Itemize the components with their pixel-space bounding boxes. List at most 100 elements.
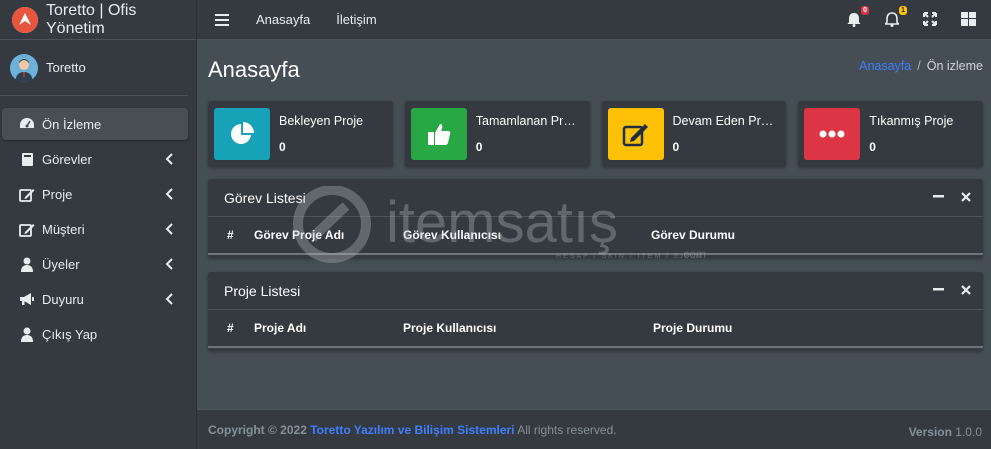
breadcrumb: Anasayfa / Ön izleme	[859, 59, 983, 73]
nav-link-iletisim[interactable]: İletişim	[336, 12, 376, 27]
sidebar-item-uyeler[interactable]: Üyeler	[2, 248, 188, 280]
pie-chart-icon	[214, 108, 270, 160]
info-box-label: Devam Eden Proje	[672, 114, 777, 128]
sidebar-item-cikis-yap[interactable]: Çıkış Yap	[2, 318, 188, 350]
column-header[interactable]: Görev Kullanıcısı	[403, 228, 501, 242]
company-link[interactable]: Toretto Yazılım ve Bilişim Sistemleri	[310, 423, 514, 437]
top-navbar: Anasayfa İletişim 0 1	[197, 0, 991, 40]
table-header-row: # Proje Adı Proje Kullanıcısı Proje Duru…	[208, 310, 983, 348]
user-panel[interactable]: Toretto	[0, 40, 188, 96]
breadcrumb-link-anasayfa[interactable]: Anasayfa	[859, 59, 911, 73]
rights-text: All rights reserved.	[517, 422, 617, 437]
column-header[interactable]: Proje Durumu	[653, 321, 732, 335]
card-tools	[933, 284, 971, 295]
chevron-left-icon	[164, 222, 176, 236]
brand-link[interactable]: Toretto | Ofis Yönetim	[0, 0, 196, 40]
page-title: Anasayfa	[208, 57, 300, 82]
control-sidebar-button[interactable]	[959, 10, 977, 28]
card-title: Görev Listesi	[224, 189, 306, 206]
sidebar: Toretto | Ofis Yönetim Toretto Ön İzleme…	[0, 0, 197, 449]
info-box-tamamlanan: Tamamlanan Proje 0	[404, 101, 590, 167]
sidebar-nav: Ön İzleme Görevler Proje Müşteri Üyeler …	[0, 96, 196, 350]
bullhorn-icon	[18, 291, 36, 307]
info-box-bekleyen: Bekleyen Proje 0	[208, 101, 393, 167]
edit-icon	[607, 108, 664, 160]
info-box-label: Tıkanmış Proje	[869, 114, 954, 128]
bell-icon	[885, 11, 899, 27]
sidebar-item-label: Duyuru	[42, 291, 84, 307]
user-icon	[18, 256, 36, 272]
expand-arrows-icon	[923, 12, 937, 26]
close-icon[interactable]	[960, 191, 971, 202]
sidebar-item-on-izleme[interactable]: Ön İzleme	[2, 108, 188, 140]
breadcrumb-separator: /	[917, 59, 921, 73]
column-header[interactable]: Görev Proje Adı	[254, 228, 344, 242]
info-box-value: 0	[672, 140, 680, 154]
chevron-left-icon	[164, 187, 176, 201]
bell-icon	[847, 12, 861, 27]
chevron-left-icon	[164, 257, 176, 271]
sidebar-item-gorevler[interactable]: Görevler	[2, 143, 188, 175]
footer: Copyright © 2022 Toretto Yazılım ve Bili…	[197, 409, 991, 449]
hamburger-menu-icon[interactable]	[215, 13, 229, 26]
chevron-left-icon	[164, 152, 176, 166]
sidebar-item-proje[interactable]: Proje	[2, 178, 188, 210]
sidebar-item-musteri[interactable]: Müşteri	[2, 213, 188, 245]
grid-icon	[960, 12, 976, 26]
notifications-button[interactable]: 0	[845, 6, 869, 28]
task-list-card: Görev Listesi # Görev Proje Adı Görev Ku…	[208, 179, 983, 258]
nav-link-anasayfa[interactable]: Anasayfa	[256, 12, 310, 27]
notification-count-badge: 0	[861, 6, 869, 15]
info-box-row: Bekleyen Proje 0 Tamamlanan Proje 0 Deva…	[208, 101, 983, 167]
version-info: Version 1.0.0	[909, 425, 982, 439]
info-box-tikanmis: Tıkanmış Proje 0	[798, 101, 983, 167]
ellipsis-icon	[804, 108, 861, 160]
brand-logo	[12, 6, 38, 33]
collapse-minus-icon[interactable]	[933, 284, 944, 295]
breadcrumb-current: Ön izleme	[926, 59, 983, 73]
card-title: Proje Listesi	[224, 282, 301, 299]
alerts-button[interactable]: 1	[883, 6, 907, 28]
column-header[interactable]: Görev Durumu	[651, 228, 735, 242]
card-tools	[933, 191, 971, 202]
column-header[interactable]: Proje Kullanıcısı	[403, 321, 496, 335]
alert-count-badge: 1	[899, 6, 907, 15]
info-box-value: 0	[869, 140, 876, 154]
edit-icon	[18, 186, 36, 202]
table-header-row: # Görev Proje Adı Görev Kullanıcısı Göre…	[208, 217, 983, 255]
brand-title: Toretto | Ofis Yönetim	[46, 1, 137, 37]
sidebar-item-label: Çıkış Yap	[42, 326, 98, 342]
avatar	[10, 53, 38, 82]
sidebar-item-label: Proje	[42, 186, 73, 202]
collapse-minus-icon[interactable]	[933, 191, 944, 202]
info-box-value: 0	[475, 140, 483, 154]
sidebar-item-label: Üyeler	[42, 256, 80, 272]
card-header: Proje Listesi	[208, 272, 983, 310]
info-box-label: Tamamlanan Proje	[475, 114, 580, 128]
sidebar-item-label: Müşteri	[42, 221, 85, 237]
column-header: #	[227, 228, 234, 242]
card-header: Görev Listesi	[208, 179, 983, 217]
book-icon	[18, 151, 36, 167]
navbar-right: 0 1	[845, 6, 977, 28]
project-list-card: Proje Listesi # Proje Adı Proje Kullanıc…	[208, 272, 983, 351]
user-name: Toretto	[46, 60, 86, 75]
user-icon	[18, 326, 36, 342]
chevron-left-icon	[164, 292, 176, 306]
info-box-value: 0	[279, 140, 286, 154]
edit-icon	[18, 221, 36, 237]
column-header[interactable]: Proje Adı	[254, 321, 306, 335]
dashboard-icon	[18, 116, 36, 132]
column-header: #	[227, 321, 234, 335]
version-number: 1.0.0	[955, 425, 982, 439]
close-icon[interactable]	[960, 284, 971, 295]
sidebar-item-duyuru[interactable]: Duyuru	[2, 283, 188, 315]
content-wrapper: Anasayfa Anasayfa / Ön izleme Bekleyen Pro…	[197, 41, 991, 409]
sidebar-item-label: Ön İzleme	[42, 116, 102, 132]
info-box-label: Bekleyen Proje	[279, 114, 364, 128]
info-box-devam-eden: Devam Eden Proje 0	[601, 101, 787, 167]
sidebar-item-label: Görevler	[42, 151, 92, 167]
version-label: Version	[908, 425, 952, 439]
fullscreen-button[interactable]	[921, 10, 939, 28]
thumbs-up-icon	[410, 108, 467, 160]
